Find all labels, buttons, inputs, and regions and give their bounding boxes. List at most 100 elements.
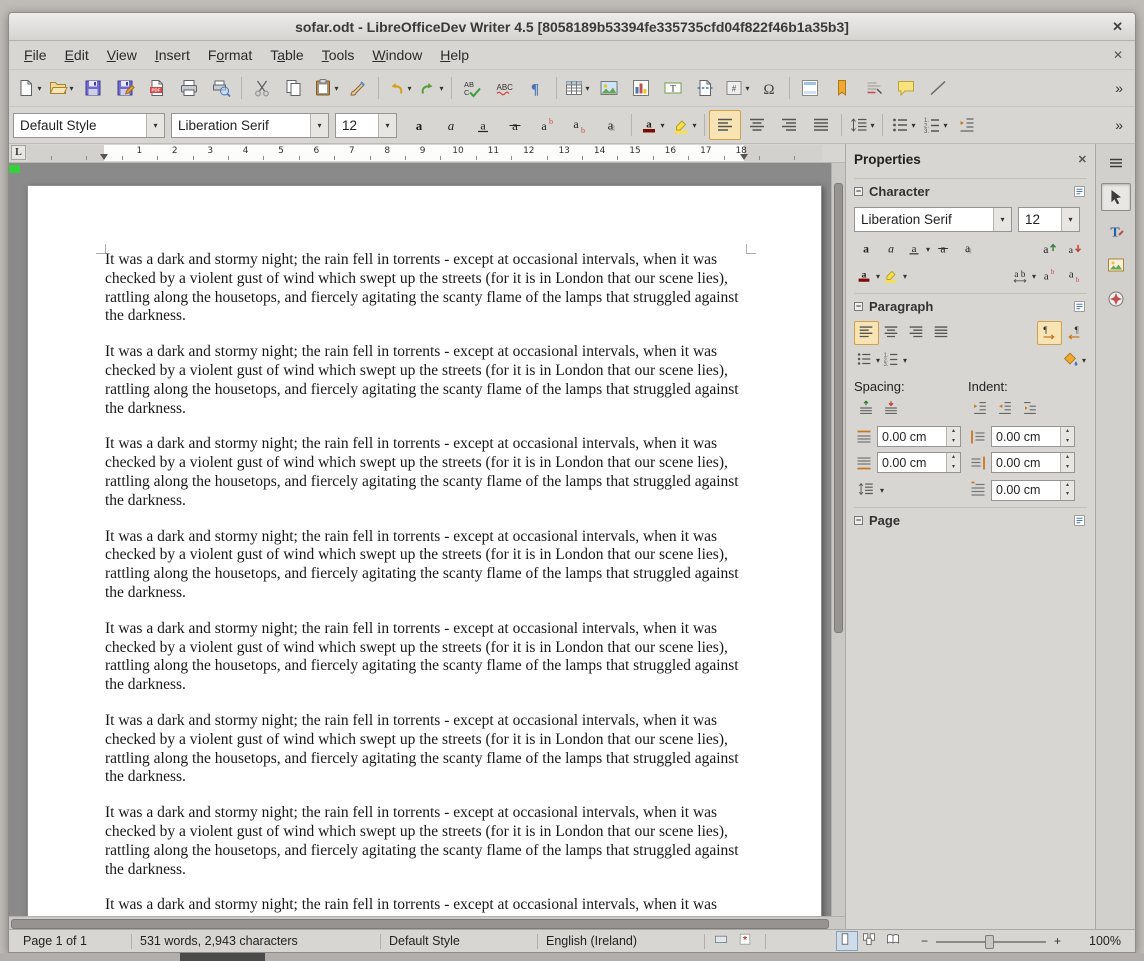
page-section-header[interactable]: − Page [854,507,1087,532]
char-spacing-button[interactable]: ab▾ [1010,264,1037,288]
comment-button[interactable] [890,73,922,103]
sidebar-font-name-combo[interactable]: Liberation Serif ▾ [854,207,1012,232]
paragraph[interactable]: It was a dark and stormy night; the rain… [105,896,750,916]
grow-font-button[interactable]: a [1037,237,1062,261]
chevron-down-icon[interactable]: ▾ [745,84,749,93]
view-single-button[interactable] [836,931,858,951]
shadow-button[interactable]: aa [595,110,627,140]
document-text-area[interactable]: It was a dark and stormy night; the rain… [105,251,750,916]
tab-navigator-button[interactable] [1101,285,1131,313]
chevron-down-icon[interactable]: ▾ [880,486,884,495]
view-book-button[interactable] [884,931,906,951]
after-text-indent-input[interactable]: 0.00 cm ▴▾ [991,452,1075,473]
zoom-in-button[interactable]: + [1052,934,1063,948]
zoom-slider-thumb[interactable] [985,935,994,949]
save-button[interactable] [77,73,109,103]
insert-textbox-button[interactable]: T [657,73,689,103]
chevron-down-icon[interactable]: ▾ [926,245,930,254]
align-left-button[interactable] [854,321,879,345]
align-center-button[interactable] [879,321,904,345]
collapse-icon[interactable]: − [854,302,863,311]
menu-tools[interactable]: Tools [313,41,364,69]
insert-chart-button[interactable] [625,73,657,103]
align-center-button[interactable] [741,110,773,140]
sidebar-close-button[interactable]: ✕ [1078,153,1087,166]
copy-button[interactable] [278,73,310,103]
first-line-indent-input[interactable]: 0.00 cm ▴▾ [991,480,1075,501]
modified-button[interactable]: * [736,931,758,951]
vertical-scrollbar[interactable] [831,163,845,916]
undo-button[interactable]: ▾ [383,73,415,103]
zoom-slider[interactable] [936,934,1046,948]
dialog-launcher-icon[interactable] [1072,513,1087,528]
insert-image-button[interactable] [593,73,625,103]
menu-window[interactable]: Window [363,41,431,69]
page-break-button[interactable] [689,73,721,103]
chevron-down-icon[interactable]: ▾ [876,356,880,365]
below-paragraph-spacing-input[interactable]: 0.00 cm ▴▾ [877,452,961,473]
chevron-down-icon[interactable]: ▾ [903,272,907,281]
paragraph[interactable]: It was a dark and stormy night; the rain… [105,804,750,879]
before-text-indent-input[interactable]: 0.00 cm ▴▾ [991,426,1075,447]
align-right-button[interactable] [904,321,929,345]
align-left-button[interactable] [709,110,741,140]
bullet-list-button[interactable]: ▾ [887,110,919,140]
sidebar-font-size-combo[interactable]: 12 ▾ [1018,207,1080,232]
export-pdf-button[interactable]: PDF [141,73,173,103]
increase-spacing-button[interactable] [854,397,879,421]
zoom-level[interactable]: 100% [1069,934,1129,948]
increase-indent-button[interactable] [968,397,993,421]
collapse-icon[interactable]: − [854,516,863,525]
italic-button[interactable]: a [435,110,467,140]
word-count-field[interactable]: 531 words, 2,943 characters [132,934,380,948]
menu-view[interactable]: View [98,41,146,69]
tab-styles-button[interactable]: T [1101,217,1131,245]
chevron-down-icon[interactable]: ▾ [310,114,328,137]
subscript-button[interactable]: ab [1062,264,1087,288]
chevron-down-icon[interactable]: ▾ [876,272,880,281]
vertical-scrollbar-thumb[interactable] [834,183,843,633]
paragraph[interactable]: It was a dark and stormy night; the rain… [105,620,750,695]
toolbar-overflow-button[interactable]: » [1107,80,1131,96]
tab-stop-type-selector[interactable]: L [11,145,26,160]
line-spacing-button[interactable]: ▾ [846,110,878,140]
italic-button[interactable]: a [879,237,904,261]
insert-field-button[interactable]: #▾ [721,73,753,103]
dialog-launcher-icon[interactable] [1072,184,1087,199]
chevron-down-icon[interactable]: ▾ [407,84,411,93]
paragraph-style-combo[interactable]: Default Style ▾ [13,113,165,138]
chevron-down-icon[interactable]: ▾ [1032,272,1036,281]
paragraph[interactable]: It was a dark and stormy night; the rain… [105,712,750,787]
chevron-down-icon[interactable]: ▾ [378,114,396,137]
font-color-button[interactable]: a▾ [636,110,668,140]
highlight-button[interactable]: ▾ [668,110,700,140]
chevron-down-icon[interactable]: ▾ [334,84,338,93]
underline-button[interactable]: a▾ [904,237,931,261]
align-justify-button[interactable] [805,110,837,140]
align-justify-button[interactable] [929,321,954,345]
page-number-field[interactable]: Page 1 of 1 [15,934,131,948]
toolbar-overflow-button[interactable]: » [1107,117,1131,133]
menu-format[interactable]: Format [199,41,261,69]
chevron-down-icon[interactable]: ▾ [1082,356,1086,365]
font-name-combo[interactable]: Liberation Serif ▾ [171,113,329,138]
chevron-down-icon[interactable]: ▾ [37,84,41,93]
paragraph-section-header[interactable]: − Paragraph [854,293,1087,318]
spinner-buttons[interactable]: ▴▾ [1060,427,1074,446]
spinner-buttons[interactable]: ▴▾ [946,453,960,472]
chevron-down-icon[interactable]: ▾ [585,84,589,93]
spinner-buttons[interactable]: ▴▾ [1060,481,1074,500]
numbered-list-button[interactable]: 1.2.3.▾ [919,110,951,140]
page-style-field[interactable]: Default Style [381,934,537,948]
shadow-button[interactable]: aa [956,237,981,261]
bold-button[interactable]: a [854,237,879,261]
strikethrough-button[interactable]: a [499,110,531,140]
shrink-font-button[interactable]: a [1062,237,1087,261]
language-field[interactable]: English (Ireland) [538,934,704,948]
document-close-button[interactable]: ✕ [1113,48,1123,62]
paste-button[interactable]: ▾ [310,73,342,103]
font-color-button[interactable]: a▾ [854,264,881,288]
menu-file[interactable]: File [15,41,56,69]
paragraph[interactable]: It was a dark and stormy night; the rain… [105,251,750,326]
chevron-down-icon[interactable]: ▾ [903,356,907,365]
